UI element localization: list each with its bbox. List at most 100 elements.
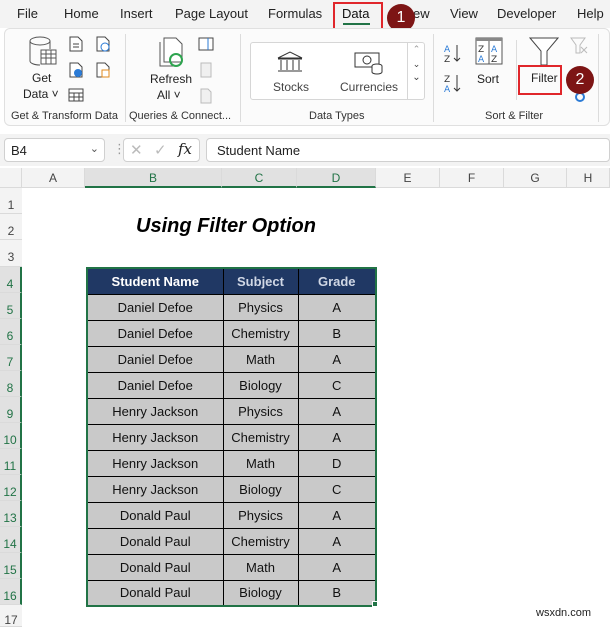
get-data-button[interactable]: Get bbox=[32, 71, 51, 85]
currencies-icon[interactable] bbox=[354, 50, 384, 81]
row-header[interactable]: 10 bbox=[0, 423, 22, 449]
recent-sources-icon[interactable] bbox=[96, 36, 110, 57]
cell-student-name[interactable]: Henry Jackson bbox=[86, 475, 224, 503]
cell-student-name[interactable]: Henry Jackson bbox=[86, 449, 224, 477]
cell-student-name[interactable]: Donald Paul bbox=[86, 553, 224, 581]
cell-subject[interactable]: Chemistry bbox=[222, 527, 299, 555]
row-header[interactable]: 11 bbox=[0, 449, 22, 475]
stocks-button[interactable]: Stocks bbox=[273, 80, 309, 94]
row-header[interactable]: 14 bbox=[0, 527, 22, 553]
sort-a-to-z-icon[interactable]: AZ bbox=[443, 42, 463, 69]
insert-function-icon[interactable]: fx bbox=[178, 140, 192, 158]
tab-help[interactable]: Help bbox=[577, 6, 604, 21]
get-data-dropdown[interactable]: Data ˅ bbox=[23, 87, 59, 101]
stocks-icon[interactable] bbox=[276, 50, 304, 79]
column-header-d[interactable]: D bbox=[297, 168, 376, 188]
scroll-down-icon[interactable]: ⌄ bbox=[408, 59, 425, 70]
column-header-h[interactable]: H bbox=[567, 168, 610, 188]
row-header[interactable]: 2 bbox=[0, 214, 22, 240]
cell-grade[interactable]: B bbox=[297, 579, 377, 607]
select-all-corner[interactable] bbox=[0, 168, 22, 188]
cell-grade[interactable]: D bbox=[297, 449, 377, 477]
cell-subject[interactable]: Math bbox=[222, 345, 299, 373]
cell-grade[interactable]: A bbox=[297, 423, 377, 451]
cell-grade[interactable]: A bbox=[297, 345, 377, 373]
row-header[interactable]: 4 bbox=[0, 267, 22, 293]
cell-student-name[interactable]: Donald Paul bbox=[86, 579, 224, 607]
cell-subject[interactable]: Math bbox=[222, 553, 299, 581]
fill-handle[interactable] bbox=[372, 601, 378, 607]
cell-student-name[interactable]: Henry Jackson bbox=[86, 423, 224, 451]
cell-student-name[interactable]: Henry Jackson bbox=[86, 397, 224, 425]
cell-subject[interactable]: Biology bbox=[222, 579, 299, 607]
refresh-all-icon[interactable] bbox=[158, 36, 186, 75]
row-header[interactable]: 13 bbox=[0, 501, 22, 527]
scroll-up-icon[interactable]: ⌃ bbox=[408, 44, 425, 55]
row-header[interactable]: 17 bbox=[0, 605, 22, 627]
row-header[interactable]: 8 bbox=[0, 371, 22, 397]
tab-home[interactable]: Home bbox=[64, 6, 99, 21]
from-text-icon[interactable] bbox=[69, 36, 83, 57]
row-header[interactable]: 1 bbox=[0, 188, 22, 214]
row-header[interactable]: 15 bbox=[0, 553, 22, 579]
tab-view[interactable]: View bbox=[450, 6, 478, 21]
column-header-g[interactable]: G bbox=[504, 168, 567, 188]
queries-connections-icon[interactable] bbox=[198, 37, 214, 56]
cell-student-name[interactable]: Daniel Defoe bbox=[86, 319, 224, 347]
row-header[interactable]: 16 bbox=[0, 579, 22, 605]
row-header[interactable]: 9 bbox=[0, 397, 22, 423]
refresh-all-button[interactable]: Refresh bbox=[150, 72, 192, 86]
cell-grade[interactable]: A bbox=[297, 527, 377, 555]
formula-input[interactable]: Student Name bbox=[206, 138, 610, 162]
cell-student-name[interactable]: Daniel Defoe bbox=[86, 345, 224, 373]
cell-subject[interactable]: Chemistry bbox=[222, 319, 299, 347]
tab-review[interactable]: ew bbox=[413, 6, 430, 21]
cell-subject[interactable]: Physics bbox=[222, 397, 299, 425]
gallery-more-icon[interactable]: ⌄ bbox=[408, 72, 425, 83]
cell-subject[interactable]: Chemistry bbox=[222, 423, 299, 451]
column-header-b[interactable]: B bbox=[85, 168, 222, 188]
cell-grade[interactable]: C bbox=[297, 475, 377, 503]
refresh-all-dropdown[interactable]: All ˅ bbox=[157, 88, 181, 102]
cell-grade[interactable]: A bbox=[297, 293, 377, 321]
cell-subject[interactable]: Physics bbox=[222, 293, 299, 321]
cancel-icon[interactable]: ✕ bbox=[130, 141, 143, 159]
header-grade[interactable]: Grade bbox=[297, 267, 377, 295]
cell-grade[interactable]: B bbox=[297, 319, 377, 347]
cell-subject[interactable]: Math bbox=[222, 449, 299, 477]
cell-student-name[interactable]: Donald Paul bbox=[86, 501, 224, 529]
row-header[interactable]: 3 bbox=[0, 240, 22, 267]
cell-student-name[interactable]: Daniel Defoe bbox=[86, 293, 224, 321]
database-icon[interactable] bbox=[28, 36, 58, 75]
cell-subject[interactable]: Biology bbox=[222, 371, 299, 399]
cell-student-name[interactable]: Daniel Defoe bbox=[86, 371, 224, 399]
tab-insert[interactable]: Insert bbox=[120, 6, 153, 21]
tab-developer[interactable]: Developer bbox=[497, 6, 556, 21]
chevron-down-icon[interactable]: ⌄ bbox=[90, 142, 99, 155]
from-web-icon[interactable] bbox=[69, 62, 83, 83]
cell-student-name[interactable]: Donald Paul bbox=[86, 527, 224, 555]
row-header[interactable]: 6 bbox=[0, 319, 22, 345]
sort-button[interactable]: Sort bbox=[477, 72, 499, 86]
tab-formulas[interactable]: Formulas bbox=[268, 6, 322, 21]
enter-checkmark-icon[interactable]: ✓ bbox=[154, 141, 167, 159]
column-header-f[interactable]: F bbox=[440, 168, 504, 188]
cell-subject[interactable]: Physics bbox=[222, 501, 299, 529]
existing-connections-icon[interactable] bbox=[96, 62, 110, 83]
header-subject[interactable]: Subject bbox=[222, 267, 299, 295]
cell-subject[interactable]: Biology bbox=[222, 475, 299, 503]
cell-grade[interactable]: C bbox=[297, 371, 377, 399]
gallery-scroll[interactable]: ⌃ ⌄ ⌄ bbox=[407, 42, 425, 100]
tab-page-layout[interactable]: Page Layout bbox=[175, 6, 248, 21]
header-student-name[interactable]: Student Name bbox=[86, 267, 224, 295]
cell-grade[interactable]: A bbox=[297, 501, 377, 529]
cell-grade[interactable]: A bbox=[297, 397, 377, 425]
column-header-c[interactable]: C bbox=[222, 168, 297, 188]
currencies-button[interactable]: Currencies bbox=[340, 80, 398, 94]
column-header-a[interactable]: A bbox=[22, 168, 85, 188]
name-box[interactable]: B4 ⌄ bbox=[4, 138, 105, 162]
cell-grade[interactable]: A bbox=[297, 553, 377, 581]
tab-file[interactable]: File bbox=[17, 6, 38, 21]
sort-z-to-a-icon[interactable]: ZA bbox=[443, 72, 463, 99]
from-table-icon[interactable] bbox=[68, 88, 84, 107]
